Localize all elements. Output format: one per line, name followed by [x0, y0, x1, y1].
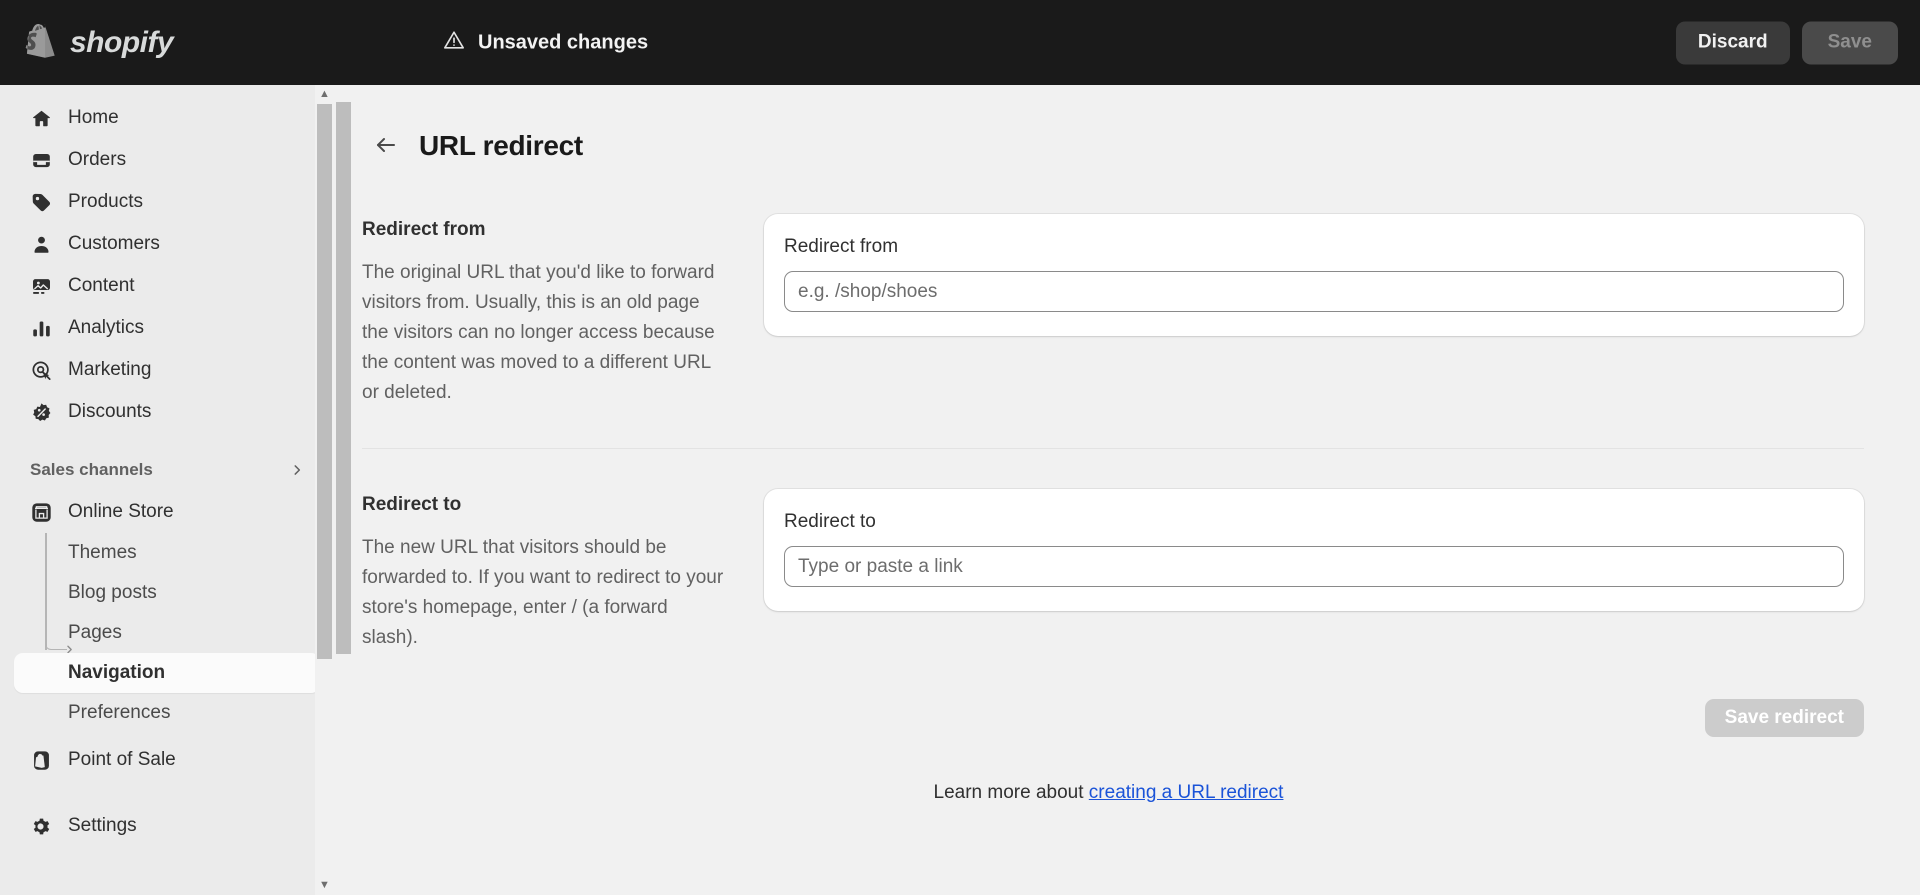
unsaved-changes-indicator: Unsaved changes [443, 29, 648, 56]
sidebar-item-point-of-sale[interactable]: Point of Sale [14, 739, 320, 781]
shopify-bag-icon [24, 23, 58, 62]
marketing-target-icon [30, 359, 52, 381]
content-image-icon [30, 275, 52, 297]
sidebar-item-online-store[interactable]: Online Store [14, 491, 320, 533]
sidebar-subitem-preferences[interactable]: Preferences [14, 693, 320, 733]
sidebar-item-label: Discounts [68, 401, 152, 422]
redirect-from-label: Redirect from [784, 236, 899, 257]
sidebar-subitem-themes[interactable]: Themes [14, 533, 320, 573]
analytics-bars-icon [30, 317, 52, 339]
save-button[interactable]: Save [1801, 21, 1898, 64]
top-bar: shopify Unsaved changes Discard Save [0, 0, 1920, 85]
learn-more-footer: Learn more about creating a URL redirect [353, 782, 1920, 804]
sidebar-item-home[interactable]: Home [14, 97, 320, 139]
sidebar-item-analytics[interactable]: Analytics [14, 307, 320, 349]
sidebar-subitem-label: Blog posts [68, 582, 157, 603]
sidebar-section-label: Sales channels [30, 460, 153, 479]
sidebar-item-content[interactable]: Content [14, 265, 320, 307]
sidebar-item-settings[interactable]: Settings [14, 805, 320, 847]
back-button[interactable] [373, 133, 399, 159]
shopify-logo[interactable]: shopify [24, 23, 174, 62]
sidebar-scrollbar[interactable]: ▲ ▼ [315, 85, 334, 895]
section-description: The original URL that you'd like to forw… [362, 262, 715, 403]
redirect-to-label: Redirect to [784, 511, 876, 532]
redirect-from-card: Redirect from [764, 214, 1864, 336]
sidebar-item-label: Settings [68, 815, 137, 836]
main-scrollbar[interactable] [334, 85, 353, 895]
section-card-block: Redirect to [753, 489, 1920, 611]
sidebar-item-orders[interactable]: Orders [14, 139, 320, 181]
redirect-from-input[interactable] [784, 271, 1844, 312]
main-scroll-thumb[interactable] [336, 102, 351, 654]
home-icon [30, 107, 52, 129]
sidebar-item-label: Content [68, 275, 135, 296]
app-shell: Home Orders Products Customers Content A… [0, 85, 1920, 895]
point-of-sale-icon [30, 749, 52, 771]
creating-url-redirect-link[interactable]: creating a URL redirect [1089, 782, 1284, 803]
page-container: URL redirect Redirect from The original … [353, 85, 1920, 804]
gear-icon [30, 815, 52, 837]
main-content: URL redirect Redirect from The original … [334, 85, 1920, 895]
page-header: URL redirect [353, 85, 1920, 162]
chevron-right-icon[interactable] [290, 463, 304, 477]
sidebar-item-marketing[interactable]: Marketing [14, 349, 320, 391]
topbar-actions: Discard Save [1675, 21, 1898, 64]
sidebar-item-label: Products [68, 191, 143, 212]
redirect-to-card: Redirect to [764, 489, 1864, 611]
page-title: URL redirect [419, 130, 583, 161]
arrow-left-icon [374, 133, 398, 160]
section-description-block: Redirect from The original URL that you'… [353, 214, 753, 408]
sidebar-scroll-thumb[interactable] [317, 104, 332, 659]
sidebar-item-label: Orders [68, 149, 127, 170]
sidebar-item-label: Point of Sale [68, 749, 176, 770]
sidebar-scroll-track[interactable] [315, 104, 334, 876]
sidebar-subitem-label: Preferences [68, 702, 171, 723]
warning-triangle-icon [443, 29, 465, 56]
form-sections: Redirect from The original URL that you'… [353, 214, 1920, 804]
section-description-block: Redirect to The new URL that visitors sh… [353, 489, 753, 653]
discard-button[interactable]: Discard [1675, 21, 1790, 64]
sidebar-item-label: Customers [68, 233, 160, 254]
scroll-down-arrow-icon[interactable]: ▼ [319, 876, 330, 895]
sidebar-subitem-pages[interactable]: Pages [14, 613, 320, 653]
online-store-icon [30, 501, 52, 523]
section-description: The new URL that visitors should be forw… [362, 537, 724, 648]
sidebar-section-sales-channels[interactable]: Sales channels [14, 453, 320, 487]
section-card-block: Redirect from [753, 214, 1920, 336]
section-redirect-from: Redirect from The original URL that you'… [353, 214, 1920, 408]
scroll-up-arrow-icon[interactable]: ▲ [319, 85, 330, 104]
unsaved-changes-text: Unsaved changes [478, 31, 649, 53]
sidebar-item-label: Analytics [68, 317, 145, 338]
redirect-to-input[interactable] [784, 546, 1844, 587]
section-divider [362, 448, 1864, 449]
shopify-wordmark: shopify [70, 25, 174, 59]
section-title: Redirect from [362, 219, 486, 240]
section-title: Redirect to [362, 494, 462, 515]
orders-inbox-icon [30, 149, 52, 171]
form-actions: Save redirect [353, 699, 1920, 737]
sidebar-subitem-blog-posts[interactable]: Blog posts [14, 573, 320, 613]
sidebar-item-label: Online Store [68, 501, 174, 522]
sidebar-item-discounts[interactable]: Discounts [14, 391, 320, 433]
sidebar-subitem-label: Navigation [68, 662, 166, 683]
product-tag-icon [30, 191, 52, 213]
sidebar-item-label: Marketing [68, 359, 152, 380]
discount-badge-icon [30, 401, 52, 423]
sidebar: Home Orders Products Customers Content A… [0, 85, 334, 895]
sidebar-item-label: Home [68, 107, 119, 128]
save-redirect-button[interactable]: Save redirect [1704, 699, 1864, 737]
sidebar-subitem-navigation[interactable]: Navigation [14, 653, 320, 693]
sidebar-item-customers[interactable]: Customers [14, 223, 320, 265]
customer-person-icon [30, 233, 52, 255]
sidebar-subitem-label: Pages [68, 622, 122, 643]
sidebar-item-products[interactable]: Products [14, 181, 320, 223]
section-redirect-to: Redirect to The new URL that visitors sh… [353, 489, 1920, 653]
learn-more-text: Learn more about [933, 782, 1089, 803]
sidebar-subitem-label: Themes [68, 542, 137, 563]
